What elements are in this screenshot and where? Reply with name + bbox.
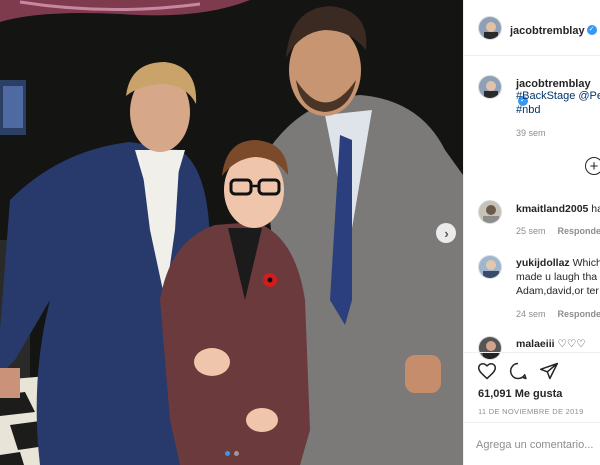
author-avatar[interactable]: [478, 16, 502, 40]
comment-meta: 25 sem Responder: [516, 226, 600, 236]
reply-button[interactable]: Responder: [558, 309, 600, 319]
post-date: 11 DE NOVIEMBRE DE 2019: [478, 407, 584, 416]
carousel-dot-active: [224, 451, 230, 456]
carousel-dot: [233, 451, 239, 456]
caption-hashtag-nbd[interactable]: #nbd: [516, 103, 540, 118]
comment-username[interactable]: malaeiii: [516, 338, 555, 350]
photo-scene: [0, 0, 463, 465]
paper-plane-icon[interactable]: [539, 361, 559, 381]
post-header: jacobtremblay ✓: [464, 0, 600, 56]
post-side-panel: jacobtremblay ✓ jacobtremblay✓ #BackStage…: [463, 0, 600, 465]
comment-meta: 24 sem Responder: [516, 309, 600, 319]
comment-username[interactable]: yukijdollaz: [516, 257, 570, 269]
speech-bubble-icon[interactable]: [508, 361, 528, 381]
carousel-dots: [0, 451, 463, 456]
carousel-next-button[interactable]: ›: [436, 223, 456, 243]
like-count[interactable]: 61,091 Me gusta: [478, 388, 562, 400]
chevron-right-icon: ›: [444, 225, 449, 241]
caption-hashtags[interactable]: #BackStage @Pe: [516, 89, 600, 104]
author-username[interactable]: jacobtremblay: [510, 25, 585, 37]
post-actions: 61,091 Me gusta 11 DE NOVIEMBRE DE 2019: [464, 352, 600, 422]
comment-body: Which: [572, 257, 600, 269]
heart-icon[interactable]: [477, 361, 497, 381]
comment-username[interactable]: kmaitland2005: [516, 203, 588, 215]
comment-body-line: Adam,david,or ter: [516, 285, 599, 297]
caption-time: 39 sem: [516, 128, 546, 138]
plus-circle-icon[interactable]: +: [585, 157, 600, 175]
commenter-avatar[interactable]: [478, 255, 502, 279]
comment-text: kmaitland2005 ha: [516, 202, 600, 216]
comment-body: ha: [591, 203, 600, 215]
comment-time: 25 sem: [516, 226, 546, 236]
verified-badge-icon: ✓: [586, 24, 597, 35]
reply-button[interactable]: Responder: [558, 226, 600, 236]
commenter-avatar[interactable]: [478, 200, 502, 224]
comment-body-line: made u laugh tha: [516, 271, 598, 283]
comment-time: 24 sem: [516, 309, 546, 319]
comment-body: ♡♡♡: [557, 338, 586, 350]
caption-avatar[interactable]: [478, 75, 502, 99]
comment-text: malaeiii ♡♡♡: [516, 337, 586, 351]
post-photo[interactable]: ›: [0, 0, 463, 465]
add-comment-bar: [464, 422, 600, 465]
add-comment-input[interactable]: [476, 437, 599, 453]
comment-text: yukijdollaz Which: [516, 256, 600, 270]
